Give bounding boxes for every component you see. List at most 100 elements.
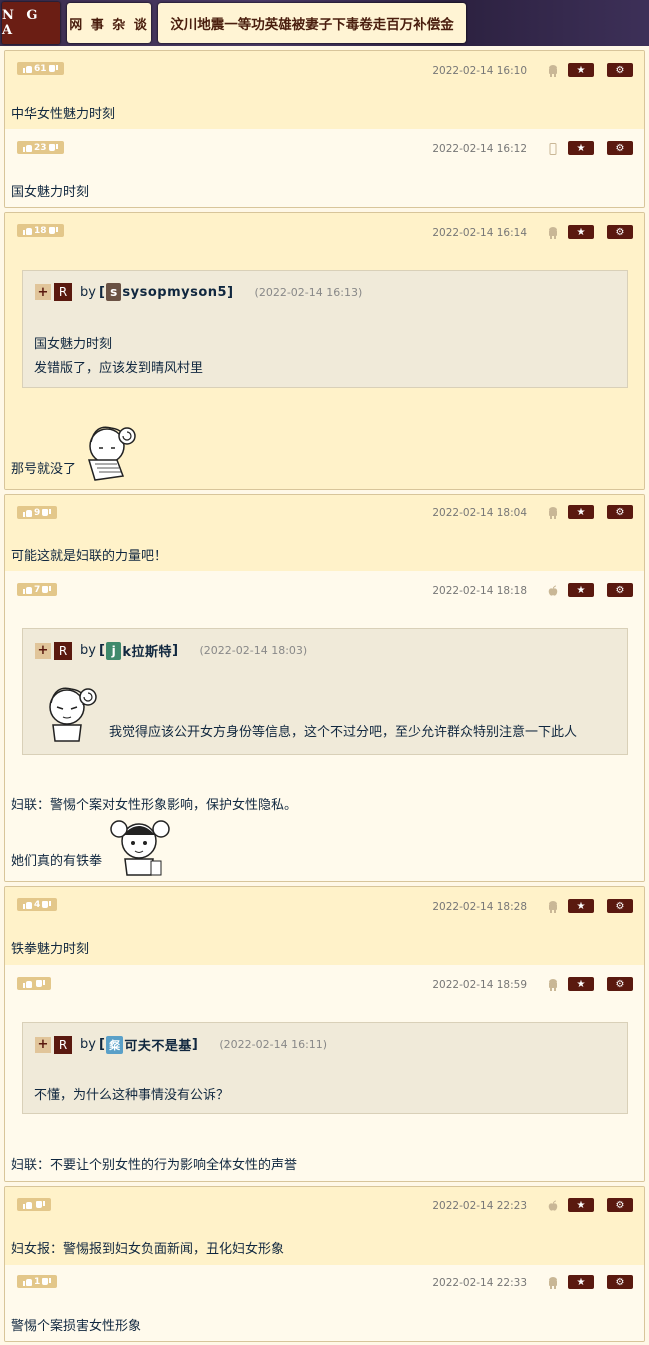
reply-link-button[interactable]: R: [54, 641, 72, 660]
thumb-down-icon: [49, 65, 58, 73]
vote-button[interactable]: 61: [17, 62, 64, 75]
quote-header: + R by [s sysopmyson5] (2022-02-14 16:13): [35, 283, 362, 301]
settings-button[interactable]: ⚙: [607, 505, 633, 519]
vote-button[interactable]: 9: [17, 506, 58, 519]
thumb-down-icon: [42, 901, 51, 909]
star-button[interactable]: ★: [568, 977, 594, 991]
by-label: by: [80, 643, 96, 658]
quote-header: + R by [j k拉斯特] (2022-02-14 18:03): [35, 641, 307, 660]
anime-girl-sticker: [87, 426, 136, 481]
vote-button[interactable]: [17, 977, 51, 990]
settings-button[interactable]: ⚙: [607, 583, 633, 597]
thumb-up-icon: [23, 1201, 32, 1209]
thumb-down-icon: [42, 509, 51, 517]
breadcrumb-forum[interactable]: 网 事 杂 谈: [67, 3, 151, 43]
quote-time: (2022-02-14 16:13): [254, 285, 363, 299]
android-icon: [548, 65, 558, 77]
by-label: by: [80, 284, 96, 300]
star-button[interactable]: ★: [568, 225, 594, 239]
star-button[interactable]: ★: [568, 583, 594, 597]
settings-button[interactable]: ⚙: [607, 899, 633, 913]
post-row: 2022-02-14 18:59 ★ ⚙ + R by [粲可夫不是基] (20…: [5, 965, 644, 1181]
post-content: 妇联：警惕个案对女性形象影响，保护女性隐私。: [11, 798, 298, 813]
star-button[interactable]: ★: [568, 141, 594, 155]
user-avatar-icon: 粲: [106, 1035, 124, 1054]
thumb-up-icon: [23, 227, 32, 235]
phone-icon: [548, 143, 558, 155]
expand-button[interactable]: +: [35, 1036, 51, 1053]
post-content: 警惕个案损害女性形象: [11, 1319, 142, 1334]
post-row: 23 2022-02-14 16:12 ★ ⚙ 国女魅力时刻: [5, 129, 644, 207]
thumb-down-icon: [36, 1201, 45, 1209]
quote-time: (2022-02-14 18:03): [199, 644, 308, 657]
post-block: 2022-02-14 22:23 ★ ⚙ 妇女报：警惕报到妇女负面新闻，丑化妇女…: [4, 1186, 645, 1342]
android-icon: [548, 507, 558, 519]
quote-box: + R by [s sysopmyson5] (2022-02-14 16:13)…: [22, 270, 628, 388]
post-content: 那号就没了: [11, 462, 77, 477]
vote-button[interactable]: 23: [17, 141, 64, 154]
settings-button[interactable]: ⚙: [607, 63, 633, 77]
settings-button[interactable]: ⚙: [607, 977, 633, 991]
quote-line: 我觉得应该公开女方身份等信息，这个不过分吧，至少允许群众特别注意一下此人: [109, 725, 578, 740]
quote-box: + R by [j k拉斯特] (2022-02-14 18:03) 我觉得应该公…: [22, 628, 628, 755]
vote-button[interactable]: 18: [17, 224, 64, 237]
settings-button[interactable]: ⚙: [607, 225, 633, 239]
anime-girl-sticker: [49, 687, 97, 742]
post-date: 2022-02-14 16:14: [432, 227, 527, 239]
apple-icon: [548, 1200, 558, 1212]
post-row: 1 2022-02-14 22:33 ★ ⚙ 警惕个案损害女性形象: [5, 1265, 644, 1341]
quoted-username[interactable]: [粲可夫不是基]: [99, 1035, 198, 1054]
thumb-up-icon: [23, 901, 32, 909]
post-block: 4 2022-02-14 18:28 ★ ⚙ 铁拳魅力时刻 2022-02-14…: [4, 886, 645, 1182]
settings-button[interactable]: ⚙: [607, 1275, 633, 1289]
settings-button[interactable]: ⚙: [607, 1198, 633, 1212]
android-icon: [548, 901, 558, 913]
vote-button[interactable]: 4: [17, 898, 58, 911]
reply-link-button[interactable]: R: [54, 283, 72, 301]
quote-line: 发错版了，应该发到晴风村里: [34, 361, 204, 376]
thumb-down-icon: [49, 227, 58, 235]
nga-logo[interactable]: N G A: [2, 2, 60, 44]
thumb-down-icon: [42, 1278, 51, 1286]
post-date: 2022-02-14 22:23: [432, 1200, 527, 1212]
post-date: 2022-02-14 16:10: [432, 65, 527, 77]
vote-button[interactable]: [17, 1198, 51, 1211]
post-date: 2022-02-14 18:28: [432, 901, 527, 913]
settings-button[interactable]: ⚙: [607, 141, 633, 155]
vote-button[interactable]: 7: [17, 583, 58, 596]
post-row: 7 2022-02-14 18:18 ★ ⚙ + R by [j k拉斯特] (2…: [5, 571, 644, 881]
post-content: 可能这就是妇联的力量吧！: [11, 549, 168, 564]
quote-header: + R by [粲可夫不是基] (2022-02-14 16:11): [35, 1035, 327, 1054]
thumb-up-icon: [23, 509, 32, 517]
breadcrumb-thread-title[interactable]: 汶川地震一等功英雄被妻子下毒卷走百万补偿金: [158, 3, 466, 43]
thumb-up-icon: [23, 980, 32, 988]
user-avatar-icon: j: [106, 641, 122, 660]
quoted-username[interactable]: [j k拉斯特]: [99, 641, 179, 660]
expand-button[interactable]: +: [35, 284, 51, 300]
star-button[interactable]: ★: [568, 1275, 594, 1289]
post-content: 妇联：不要让个别女性的行为影响全体女性的声誉: [11, 1158, 298, 1173]
star-button[interactable]: ★: [568, 63, 594, 77]
post-date: 2022-02-14 18:59: [432, 979, 527, 991]
quote-line: 国女魅力时刻: [34, 337, 113, 352]
post-content: 铁拳魅力时刻: [11, 942, 90, 957]
post-date: 2022-02-14 22:33: [432, 1277, 527, 1289]
post-content: 国女魅力时刻: [11, 185, 90, 200]
thumb-down-icon: [36, 980, 45, 988]
expand-button[interactable]: +: [35, 642, 51, 659]
post-block: 9 2022-02-14 18:04 ★ ⚙ 可能这就是妇联的力量吧！ 7 20…: [4, 494, 645, 882]
by-label: by: [80, 1037, 96, 1052]
post-date: 2022-02-14 16:12: [432, 143, 527, 155]
quoted-username[interactable]: [s sysopmyson5]: [99, 283, 234, 301]
anime-girl-sticker: [110, 820, 170, 876]
star-button[interactable]: ★: [568, 505, 594, 519]
thumb-up-icon: [23, 65, 32, 73]
post-date: 2022-02-14 18:04: [432, 507, 527, 519]
vote-button[interactable]: 1: [17, 1275, 58, 1288]
user-avatar-icon: s: [106, 283, 122, 301]
star-button[interactable]: ★: [568, 1198, 594, 1212]
star-button[interactable]: ★: [568, 899, 594, 913]
thumb-up-icon: [23, 1278, 32, 1286]
post-block: 18 2022-02-14 16:14 ★ ⚙ + R by [s sysopmy…: [4, 212, 645, 490]
reply-link-button[interactable]: R: [54, 1035, 72, 1054]
